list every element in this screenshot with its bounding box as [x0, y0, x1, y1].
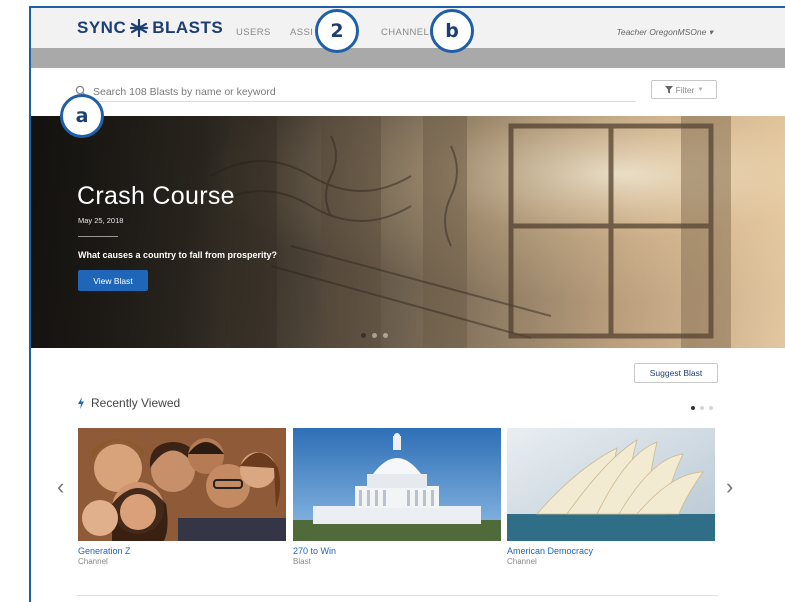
- card-thumbnail: [293, 428, 501, 541]
- carousel-dot-1[interactable]: [691, 406, 695, 410]
- card-type: Channel: [507, 557, 537, 566]
- callout-b: b: [430, 9, 474, 53]
- callout-a: a: [60, 94, 104, 138]
- filter-label: Filter: [675, 84, 695, 95]
- hero-date: May 25, 2018: [78, 216, 124, 225]
- search-input[interactable]: [71, 82, 636, 102]
- hero-dot-2[interactable]: [372, 333, 377, 338]
- hero-pagination: [361, 333, 388, 338]
- footer-divider: [77, 595, 718, 596]
- brand-blasts: BLASTS: [152, 18, 224, 37]
- card-title[interactable]: American Democracy: [507, 546, 715, 556]
- hero-title: Crash Course: [77, 182, 235, 210]
- hero-dot-3[interactable]: [383, 333, 388, 338]
- nav-assignments[interactable]: ASSI: [290, 27, 313, 38]
- brand-sync: SYNC: [77, 18, 127, 37]
- hero-background-image: [31, 116, 785, 348]
- recent-card[interactable]: American Democracy Channel: [507, 428, 715, 566]
- recent-card[interactable]: 270 to Win Blast: [293, 428, 501, 566]
- recently-viewed-label: Recently Viewed: [91, 396, 181, 410]
- user-menu[interactable]: Teacher OregonMSOne ▾: [616, 27, 713, 38]
- hero-banner: Crash Course May 25, 2018 What causes a …: [31, 116, 785, 348]
- hero-divider: [78, 236, 118, 237]
- app-frame: SYNC BLASTS USERS ASSI CHANNELS Teacher …: [29, 6, 785, 602]
- filter-icon: [664, 85, 673, 93]
- filter-button[interactable]: Filter ▼: [651, 80, 717, 99]
- suggest-blast-button[interactable]: Suggest Blast: [634, 363, 718, 383]
- hero-dot-1[interactable]: [361, 333, 366, 338]
- chevron-left-icon[interactable]: ‹: [57, 476, 64, 498]
- chevron-right-icon[interactable]: ›: [726, 476, 733, 498]
- recently-viewed-heading: Recently Viewed: [77, 396, 180, 410]
- filter-caret-icon: ▼: [697, 86, 704, 93]
- bolt-icon: [78, 397, 84, 409]
- recent-card[interactable]: Generation Z Channel: [78, 428, 286, 566]
- card-type: Channel: [78, 557, 108, 566]
- gray-band: [31, 48, 785, 68]
- card-title[interactable]: Generation Z: [78, 546, 286, 556]
- snowflake-icon: [130, 19, 149, 37]
- brand-logo[interactable]: SYNC BLASTS: [77, 18, 223, 38]
- carousel-pagination: [691, 406, 713, 410]
- carousel-dot-3[interactable]: [709, 406, 713, 410]
- nav-users[interactable]: USERS: [236, 27, 271, 38]
- view-blast-button[interactable]: View Blast: [78, 270, 148, 291]
- carousel-dot-2[interactable]: [700, 406, 704, 410]
- card-thumbnail: [507, 428, 715, 541]
- callout-2: 2: [315, 9, 359, 53]
- top-nav: SYNC BLASTS USERS ASSI CHANNELS Teacher …: [31, 8, 785, 48]
- card-thumbnail: [78, 428, 286, 541]
- card-title[interactable]: 270 to Win: [293, 546, 501, 556]
- nav-channels[interactable]: CHANNELS: [381, 27, 436, 38]
- card-type: Blast: [293, 557, 311, 566]
- hero-description: What causes a country to fall from prosp…: [78, 250, 278, 260]
